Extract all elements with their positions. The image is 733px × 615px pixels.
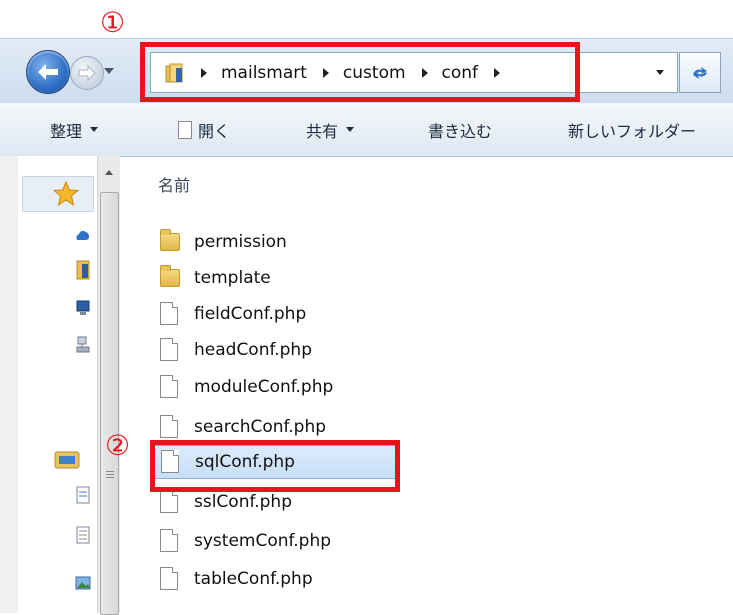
open-label: 開く [198, 121, 231, 141]
file-name: tableConf.php [194, 569, 313, 589]
new-folder-button[interactable]: 新しいフォルダー [568, 103, 696, 156]
back-button[interactable] [26, 50, 70, 94]
file-name: headConf.php [194, 340, 312, 360]
file-name: permission [194, 232, 287, 252]
list-item-folder[interactable]: permission [150, 225, 400, 259]
grip-line [106, 474, 114, 475]
monitor-icon[interactable] [76, 300, 90, 316]
libraries-icon[interactable] [54, 448, 80, 470]
callout-box-address-bar [140, 42, 580, 102]
scroll-up-button[interactable] [98, 164, 120, 180]
refresh-button[interactable] [679, 52, 721, 93]
back-arrow-icon [38, 64, 58, 80]
file-icon [160, 490, 182, 514]
file-name: sslConf.php [194, 492, 292, 512]
refresh-icon [693, 66, 707, 79]
grip-line [106, 477, 114, 478]
scroll-thumb[interactable] [100, 192, 119, 615]
new-folder-label: 新しいフォルダー [568, 121, 697, 141]
navigation-pane-edge [0, 156, 18, 613]
file-icon [160, 567, 182, 591]
forward-button[interactable] [70, 56, 104, 90]
column-header-name[interactable]: 名前 [158, 172, 190, 196]
list-item-folder[interactable]: template [150, 261, 400, 295]
list-item-file[interactable]: moduleConf.php [150, 370, 400, 404]
documents-library-icon[interactable] [76, 486, 90, 504]
address-bar-empty-area[interactable] [588, 52, 642, 93]
organize-label: 整理 [50, 121, 83, 141]
chevron-down-icon [90, 127, 99, 132]
favorites-header[interactable] [22, 176, 94, 212]
pictures-library-icon[interactable] [75, 576, 91, 590]
file-icon [160, 375, 182, 399]
chevron-down-icon [655, 70, 664, 75]
desktop-folder-icon[interactable] [76, 260, 90, 280]
star-icon [53, 181, 79, 207]
forward-arrow-icon [78, 65, 96, 81]
file-name: moduleConf.php [194, 377, 334, 397]
chevron-up-icon [105, 169, 113, 175]
callout-box-sqlconf [150, 440, 400, 492]
share-menu-button[interactable]: 共有 [306, 103, 355, 156]
chevron-down-icon [346, 127, 355, 132]
callout-number-2: ② [105, 429, 131, 462]
callout-number-1: ① [100, 6, 126, 39]
burn-label: 書き込む [428, 121, 493, 141]
network-icon[interactable] [76, 336, 90, 354]
file-name: systemConf.php [194, 531, 332, 551]
file-name: template [194, 268, 271, 288]
file-icon [160, 529, 182, 553]
file-name: searchConf.php [194, 417, 327, 437]
burn-button[interactable]: 書き込む [428, 103, 492, 156]
file-name: fieldConf.php [194, 304, 307, 324]
share-label: 共有 [306, 121, 339, 141]
skydrive-icon[interactable] [74, 228, 90, 242]
list-item-file[interactable]: systemConf.php [150, 524, 400, 558]
list-item-file[interactable]: fieldConf.php [150, 297, 400, 331]
file-icon [160, 302, 182, 326]
file-icon [160, 338, 182, 362]
organize-menu-button[interactable]: 整理 [50, 103, 99, 156]
folder-icon [160, 229, 182, 254]
command-bar: 整理 開く 共有 書き込む 新しいフォルダー [0, 103, 733, 157]
folder-icon [160, 265, 182, 290]
list-item-file[interactable]: searchConf.php [150, 410, 400, 444]
grip-line [106, 471, 114, 472]
navigation-scrollbar[interactable] [97, 156, 120, 615]
text-document-icon[interactable] [76, 526, 90, 544]
list-item-file[interactable]: tableConf.php [150, 562, 400, 596]
recent-pages-dropdown-icon[interactable] [104, 68, 114, 74]
list-item-file[interactable]: headConf.php [150, 333, 400, 367]
address-history-dropdown[interactable] [642, 52, 678, 93]
open-button[interactable]: 開く [178, 103, 230, 156]
document-icon [178, 120, 192, 139]
file-icon [160, 415, 182, 439]
